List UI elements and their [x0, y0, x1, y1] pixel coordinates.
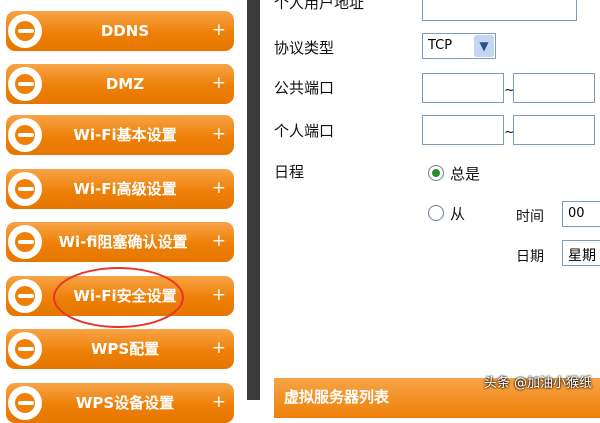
date-select[interactable]: 星期	[562, 240, 600, 266]
chevron-down-icon: ▼	[474, 35, 494, 57]
time-hour-value: 00	[568, 206, 585, 221]
sidebar-item-wifi-basic[interactable]: Wi-Fi基本设置 +	[6, 115, 234, 155]
router-logo-icon	[8, 172, 42, 206]
expand-icon[interactable]: +	[212, 64, 226, 102]
sidebar: DDNS + DMZ + Wi-Fi基本设置 + Wi-Fi高级设置 + Wi-…	[0, 0, 240, 423]
private-port-label: 个人端口	[274, 122, 335, 140]
private-port-start-input[interactable]	[422, 115, 504, 145]
schedule-from-radio[interactable]	[428, 205, 444, 221]
public-port-label: 公共端口	[274, 79, 335, 97]
router-logo-icon	[8, 279, 42, 313]
router-logo-icon	[8, 225, 42, 259]
private-user-address-label: 个人用户地址	[274, 0, 365, 12]
private-user-address-input[interactable]	[422, 0, 577, 21]
router-logo-icon	[8, 118, 42, 152]
protocol-label: 协议类型	[274, 39, 335, 57]
schedule-always-label: 总是	[450, 165, 481, 183]
sidebar-item-label: DMZ	[105, 75, 145, 93]
expand-icon[interactable]: +	[212, 222, 226, 260]
time-label: 时间	[516, 209, 544, 225]
sidebar-item-wifi-advanced[interactable]: Wi-Fi高级设置 +	[6, 169, 234, 209]
schedule-label: 日程	[274, 163, 305, 181]
router-logo-icon	[8, 332, 42, 366]
sidebar-item-wps-device[interactable]: WPS设备设置 +	[6, 383, 234, 423]
sidebar-item-wifi-security[interactable]: Wi-Fi安全设置 +	[6, 276, 234, 316]
sidebar-divider	[247, 0, 260, 400]
sidebar-item-ddns[interactable]: DDNS +	[6, 11, 234, 51]
router-logo-icon	[8, 67, 42, 101]
date-label: 日期	[516, 249, 544, 265]
expand-icon[interactable]: +	[212, 169, 226, 207]
sidebar-item-label: Wi-Fi安全设置	[73, 287, 177, 305]
expand-icon[interactable]: +	[212, 276, 226, 314]
sidebar-item-label: Wi-fi阻塞确认设置	[58, 233, 188, 251]
public-port-end-input[interactable]	[513, 73, 595, 103]
expand-icon[interactable]: +	[212, 115, 226, 153]
router-logo-icon	[8, 386, 42, 420]
schedule-from-label: 从	[450, 205, 466, 223]
date-value: 星期	[568, 248, 596, 264]
sidebar-item-label: WPS配置	[90, 340, 160, 358]
sidebar-item-wifi-block[interactable]: Wi-fi阻塞确认设置 +	[6, 222, 234, 262]
sidebar-item-dmz[interactable]: DMZ +	[6, 64, 234, 104]
sidebar-item-label: Wi-Fi高级设置	[73, 180, 177, 198]
public-port-start-input[interactable]	[422, 73, 504, 103]
sidebar-item-label: Wi-Fi基本设置	[73, 126, 177, 144]
sidebar-item-label: DDNS	[100, 22, 150, 40]
sidebar-item-wps-config[interactable]: WPS配置 +	[6, 329, 234, 369]
expand-icon[interactable]: +	[212, 383, 226, 421]
watermark-text: 头条 @加油小猴纸	[483, 376, 592, 391]
private-port-end-input[interactable]	[513, 115, 595, 145]
expand-icon[interactable]: +	[212, 11, 226, 49]
sidebar-item-label: WPS设备设置	[75, 394, 175, 412]
expand-icon[interactable]: +	[212, 329, 226, 367]
schedule-always-radio[interactable]	[428, 165, 444, 181]
time-hour-select[interactable]: 00	[562, 201, 600, 227]
router-logo-icon	[8, 14, 42, 48]
section-title: 虚拟服务器列表	[284, 388, 390, 406]
protocol-select[interactable]: TCP ▼	[422, 33, 496, 59]
protocol-value: TCP	[428, 38, 453, 53]
virtual-server-form: 个人用户地址 协议类型 TCP ▼ 公共端口 ~ 个人端口 ~ 日程 总是 从 …	[260, 0, 600, 418]
